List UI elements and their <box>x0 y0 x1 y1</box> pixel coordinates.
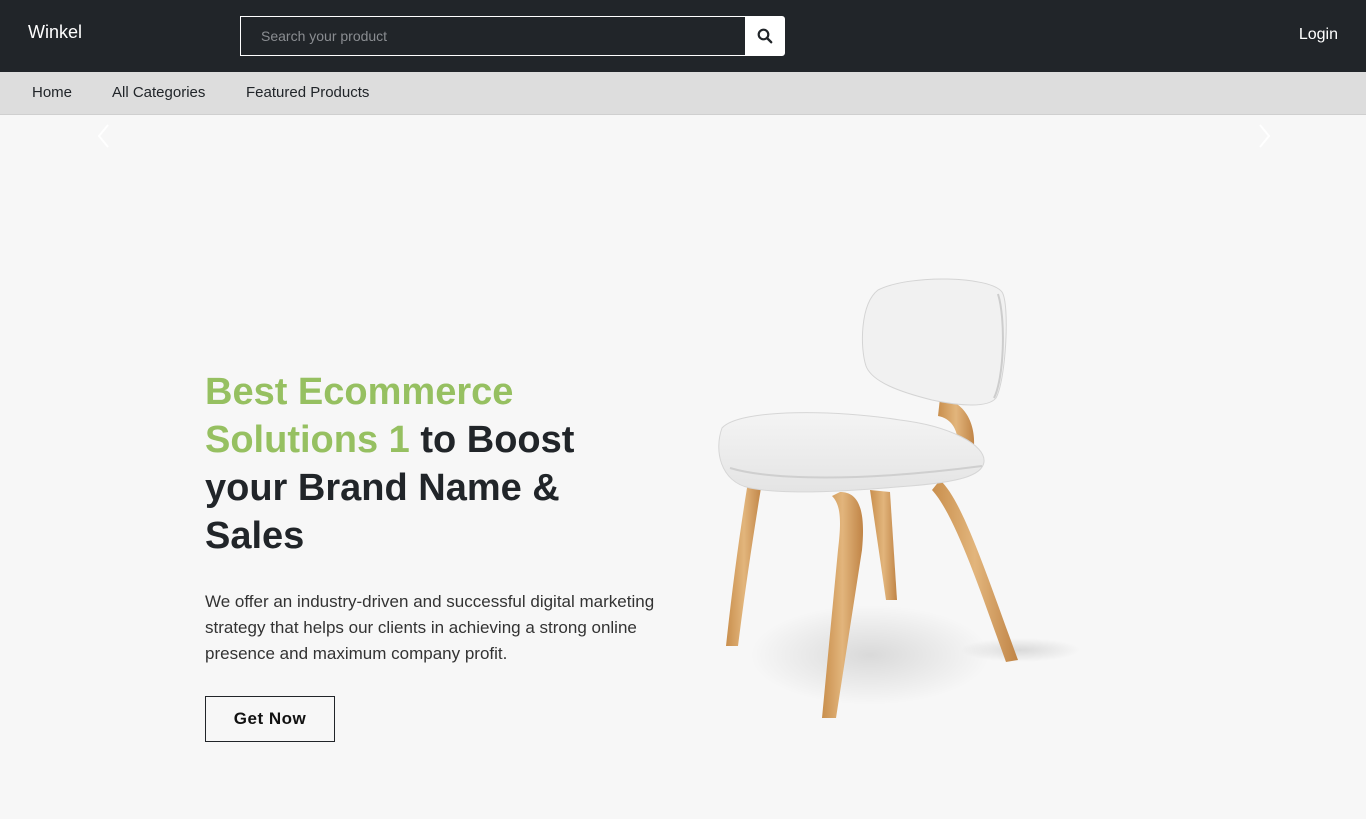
search-button[interactable] <box>745 16 785 56</box>
nav-item-home[interactable]: Home <box>32 84 72 101</box>
category-nav: Home All Categories Featured Products <box>0 72 1366 115</box>
top-header: Winkel Login <box>0 0 1366 72</box>
nav-item-all-categories[interactable]: All Categories <box>112 84 205 101</box>
chair-product-image <box>718 278 1080 718</box>
carousel-next-icon[interactable] <box>1254 122 1274 150</box>
nav-item-featured-products[interactable]: Featured Products <box>246 84 369 101</box>
hero-description: We offer an industry-driven and successf… <box>205 592 655 663</box>
search-bar <box>240 16 785 56</box>
search-icon <box>757 28 773 44</box>
search-input[interactable] <box>240 16 745 56</box>
get-now-button[interactable]: Get Now <box>205 696 335 742</box>
login-link[interactable]: Login <box>1299 26 1338 44</box>
carousel-prev-icon[interactable] <box>94 122 114 150</box>
brand-logo[interactable]: Winkel <box>28 22 82 43</box>
hero-title: Best Ecommerce Solutions 1 to Boost your… <box>205 368 665 560</box>
